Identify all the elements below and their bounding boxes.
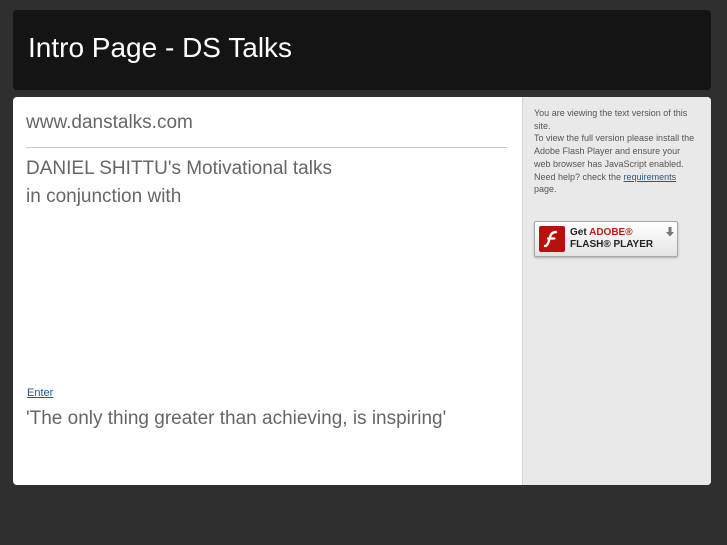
flash-badge-line1: Get ADOBE® [570, 227, 653, 239]
flash-badge-adobe: ADOBE® [589, 227, 633, 238]
flash-badge-label: Get ADOBE® FLASH® PLAYER [570, 227, 653, 251]
get-flash-player-button[interactable]: Get ADOBE® FLASH® PLAYER [534, 221, 678, 257]
main-column: www.danstalks.com DANIEL SHITTU's Motiva… [13, 97, 522, 485]
page-title: Intro Page - DS Talks [28, 32, 293, 63]
help-line: Need help? check the requirements [534, 171, 699, 184]
intro-text-line-2: in conjunction with [26, 186, 182, 207]
requirements-link[interactable]: requirements [624, 172, 677, 182]
help-suffix: page. [534, 184, 557, 195]
enter-link[interactable]: Enter [27, 387, 53, 399]
flash-notice: You are viewing the text version of this… [534, 107, 699, 196]
help-prefix: Need help? check the [534, 171, 624, 182]
flash-badge-product: FLASH® PLAYER [570, 239, 654, 250]
flash-badge-get: Get [570, 227, 587, 238]
sidebar: You are viewing the text version of this… [522, 97, 711, 485]
quote-text: 'The only thing greater than achieving, … [26, 408, 447, 429]
text-version-notice: You are viewing the text version of this… [534, 108, 688, 131]
site-url-heading: www.danstalks.com [26, 112, 193, 133]
install-flash-notice: To view the full version please install … [534, 133, 695, 169]
header-bar: Intro Page - DS Talks [13, 10, 711, 90]
download-arrow-icon [666, 224, 674, 237]
flash-logo-icon [539, 226, 565, 252]
content-panel: www.danstalks.com DANIEL SHITTU's Motiva… [13, 97, 711, 485]
heading-divider [26, 147, 507, 148]
intro-text-line-1: DANIEL SHITTU's Motivational talks [26, 158, 332, 179]
